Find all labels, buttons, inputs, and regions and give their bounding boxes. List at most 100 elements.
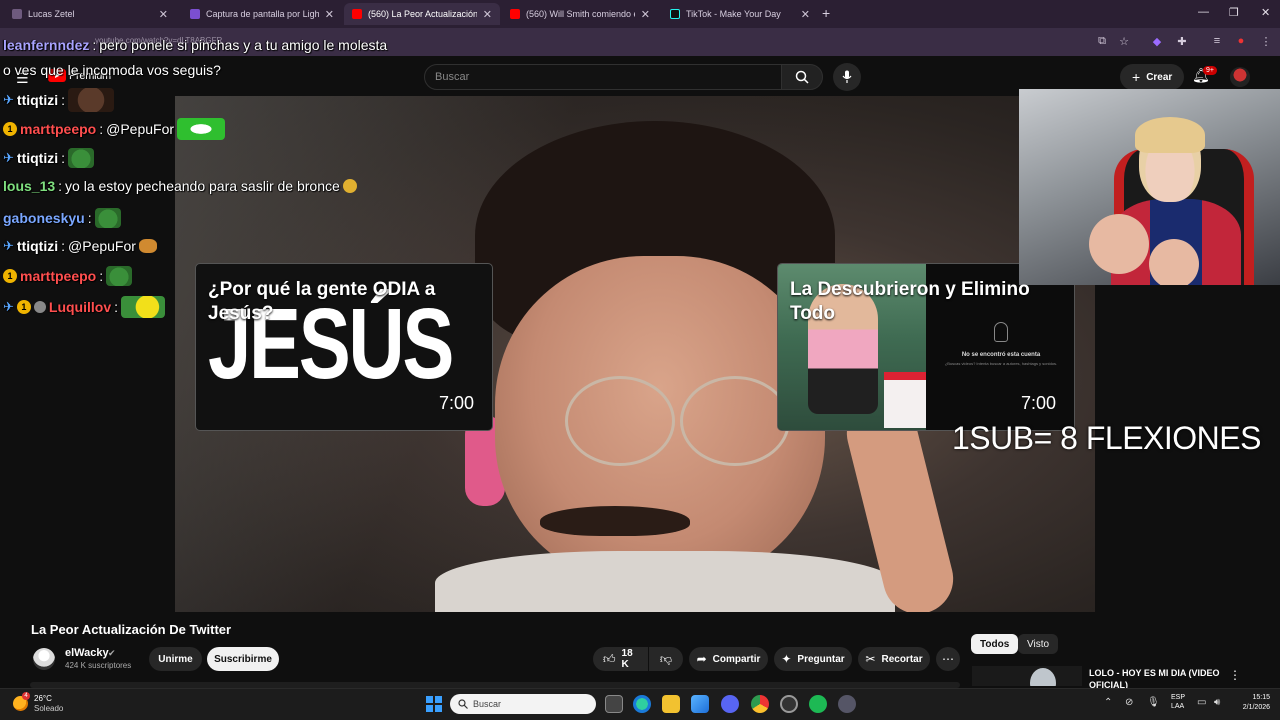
like-button[interactable]: 👍︎ 18 K — [593, 647, 648, 671]
youtube-favicon-icon — [510, 9, 520, 19]
chat-username[interactable]: Luquillov — [49, 299, 111, 315]
bookmark-star-icon[interactable]: ☆ — [1117, 34, 1131, 48]
microphone-tray-icon[interactable]: 🎙︎ — [1147, 697, 1160, 708]
tab-will-smith[interactable]: (560) Will Smith comiendo esp ✕ — [502, 3, 658, 25]
new-tab-icon[interactable]: + — [822, 5, 830, 21]
clip-button[interactable]: ✂ Recortar — [858, 647, 930, 671]
discord-icon[interactable] — [721, 695, 739, 713]
microsoft-store-icon[interactable] — [691, 695, 709, 713]
chat-username[interactable]: marttpeepo — [20, 121, 96, 137]
subscribe-button[interactable]: Suscribirme — [207, 647, 279, 671]
chat-message: gaboneskyu: — [3, 208, 121, 228]
keyboard-layout-code: LAA — [1171, 703, 1185, 711]
language-code: ESP — [1171, 694, 1186, 701]
close-icon[interactable]: ✕ — [159, 8, 168, 21]
taskbar-search-input[interactable]: Buscar — [450, 694, 596, 714]
create-label: Crear — [1146, 71, 1173, 83]
language-indicator[interactable]: ESP LAA — [1171, 693, 1185, 711]
chat-message: 1 marttpeepo: @PepuFor — [3, 118, 226, 140]
verified-check-icon: ✔ — [108, 648, 116, 658]
ask-button[interactable]: ✦ Preguntar — [774, 647, 852, 671]
close-icon[interactable]: ✕ — [801, 8, 810, 21]
chat-username[interactable]: marttpeepo — [20, 268, 96, 284]
tab-label: TikTok - Make Your Day — [686, 9, 781, 19]
edge-browser-icon[interactable] — [633, 695, 651, 713]
tab-tiktok[interactable]: TikTok - Make Your Day ✕ — [662, 3, 818, 25]
account-avatar[interactable] — [1230, 67, 1250, 87]
restore-icon[interactable]: ❐ — [1229, 6, 1239, 19]
chat-message: lous_13: yo la estoy pecheando para sasli… — [3, 178, 357, 194]
weather-temperature[interactable]: 26°C — [34, 694, 52, 703]
install-app-icon[interactable]: ⧉ — [1095, 34, 1109, 48]
more-vertical-icon[interactable]: ⋮ — [1229, 668, 1241, 682]
network-icon[interactable]: ⊘ — [1125, 697, 1133, 708]
voice-search-button[interactable] — [833, 63, 861, 91]
chat-message: o ves que le incomoda vos seguis? — [3, 62, 221, 78]
recommended-thumbnail[interactable] — [972, 666, 1082, 686]
obs-icon[interactable] — [780, 695, 798, 713]
stream-overlay-banner: 1SUB= 8 FLEXIONES — [952, 420, 1261, 456]
tab-label: (560) La Peor Actualización De — [368, 9, 477, 19]
thumbs-down-icon: 👎︎ — [659, 651, 673, 666]
reading-list-icon[interactable]: ≡ — [1210, 34, 1224, 48]
moderator-badge-icon: ✈ — [3, 92, 14, 107]
chat-username[interactable]: ttiqtizi — [17, 238, 58, 254]
close-icon[interactable]: ✕ — [641, 8, 650, 21]
chat-username[interactable]: lous_13 — [3, 178, 55, 194]
share-button[interactable]: ➦ Compartir — [689, 647, 768, 671]
weather-description[interactable]: Soleado — [34, 704, 63, 713]
task-view-icon[interactable] — [605, 695, 623, 713]
clip-label: Recortar — [881, 653, 923, 665]
display-icon[interactable]: ▭ — [1197, 697, 1206, 708]
close-icon[interactable]: ✕ — [483, 8, 492, 21]
chat-separator: : — [92, 37, 97, 53]
chat-username[interactable]: ttiqtizi — [17, 92, 58, 108]
channel-avatar[interactable] — [33, 648, 55, 670]
chat-separator: : — [61, 150, 66, 166]
minimize-icon[interactable]: — — [1198, 6, 1209, 18]
chat-username[interactable]: gaboneskyu — [3, 210, 85, 226]
taskbar-search-placeholder: Buscar — [473, 699, 502, 709]
spotify-icon[interactable] — [809, 695, 827, 713]
chip-todos[interactable]: Todos — [971, 634, 1019, 654]
grey-badge-icon — [33, 301, 46, 313]
endcard-video-descubrieron[interactable]: No se encontró esta cuenta ¿Buscas video… — [777, 263, 1075, 431]
volume-icon[interactable]: 🔊︎ — [1214, 697, 1220, 708]
chip-visto[interactable]: Visto — [1018, 634, 1059, 654]
close-window-icon[interactable]: ✕ — [1261, 6, 1270, 19]
tab-lucas-zetel[interactable]: Lucas Zetel ✕ — [4, 3, 176, 25]
create-button[interactable]: + Crear — [1120, 64, 1185, 90]
video-subject-mustache — [540, 506, 690, 536]
microphone-icon — [842, 70, 852, 83]
tray-chevron-up-icon[interactable]: ⌃ — [1104, 697, 1112, 708]
channel-name[interactable]: elWacky — [65, 647, 109, 659]
endcard-title: ¿Por qué la gente ODIA a Jesús? — [208, 279, 436, 324]
search-input[interactable]: Buscar — [424, 64, 782, 90]
dislike-button[interactable]: 👎︎ — [649, 647, 683, 671]
close-icon[interactable]: ✕ — [325, 8, 334, 21]
chat-username[interactable]: ttiqtizi — [17, 150, 58, 166]
moderator-badge-icon: ✈ — [3, 150, 14, 165]
chat-separator: : — [58, 178, 63, 194]
file-explorer-icon[interactable] — [662, 695, 680, 713]
chrome-icon[interactable] — [751, 695, 769, 713]
tab-lightshot[interactable]: Captura de pantalla por Lightsh ✕ — [182, 3, 342, 25]
system-clock[interactable]: 15:15 2/1/2026 — [1232, 693, 1270, 713]
chat-message: ✈ ttiqtizi: — [3, 88, 115, 112]
endcard-video-jesus[interactable]: JESÚS ¿Por qué la gente ODIA a Jesús? 7:… — [195, 263, 493, 431]
settings-gear-icon[interactable] — [838, 695, 856, 713]
profile-avatar-icon[interactable]: ● — [1234, 34, 1248, 48]
endcard-title: La Descubrieron y Elimino Todo — [790, 279, 1030, 324]
windows-start-icon[interactable] — [426, 696, 442, 712]
chat-text: o ves que le incomoda vos seguis? — [3, 62, 221, 78]
more-actions-button[interactable]: ⋯ — [936, 647, 960, 671]
search-button[interactable] — [781, 64, 823, 90]
chat-username[interactable]: leanfernndez — [3, 37, 89, 53]
join-button[interactable]: Unirme — [149, 647, 202, 671]
extension-icon[interactable]: ◆ — [1150, 34, 1164, 48]
browser-menu-icon[interactable]: ⋮ — [1259, 34, 1273, 48]
extensions-puzzle-icon[interactable]: ✚ — [1175, 34, 1189, 48]
video-subject-glasses-left — [565, 376, 675, 466]
tab-la-peor-actualizacion[interactable]: (560) La Peor Actualización De ✕ — [344, 3, 500, 25]
webcam-hair — [1135, 117, 1205, 153]
